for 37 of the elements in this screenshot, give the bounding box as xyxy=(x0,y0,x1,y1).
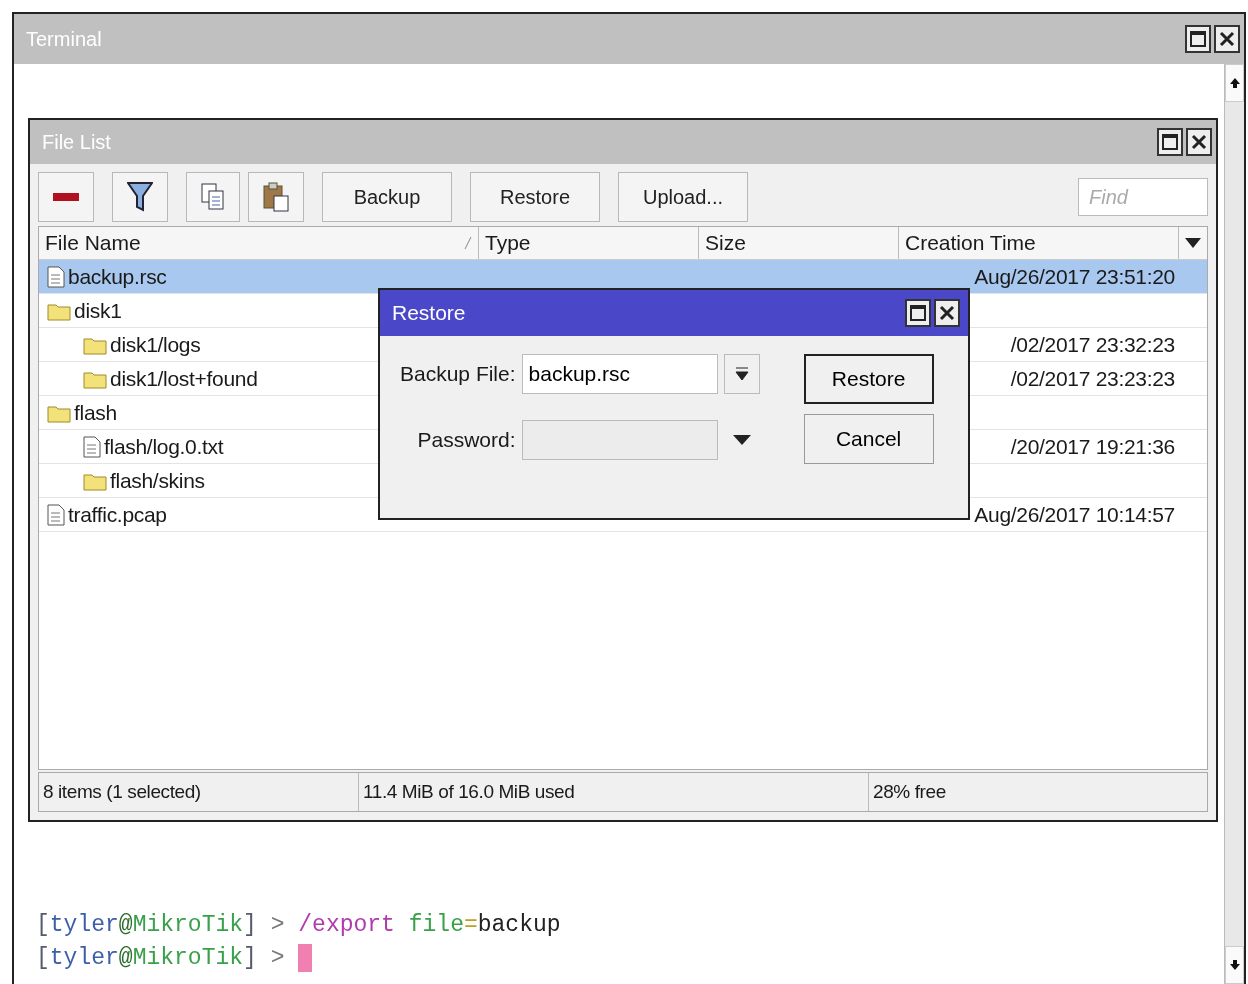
terminal-text: [ xyxy=(36,945,50,971)
file-name: disk1/logs xyxy=(110,332,201,357)
status-text: 11.4 MiB of 16.0 MiB used xyxy=(363,781,575,803)
terminal-text: ] xyxy=(243,912,257,938)
terminal-text: file xyxy=(407,912,464,938)
creation-time: Aug/26/2017 23:51:20 xyxy=(974,264,1175,289)
terminal-text: @ xyxy=(118,912,133,938)
creation-time: /02/2017 23:23:23 xyxy=(1010,366,1175,391)
file-name: traffic.pcap xyxy=(68,502,167,527)
terminal-text: ] xyxy=(243,945,257,971)
file-name: flash/skins xyxy=(110,468,205,493)
file-name: flash xyxy=(74,400,117,425)
file-name: disk1 xyxy=(74,298,122,323)
file-name: backup.rsc xyxy=(68,264,167,289)
creation-time: /20/2017 19:21:36 xyxy=(1010,434,1175,459)
terminal-text: > xyxy=(269,912,286,938)
terminal-text: MikroTik xyxy=(132,945,244,971)
terminal-text: @ xyxy=(118,945,133,971)
dialog-title: Restore xyxy=(392,301,466,325)
status-text: 28% free xyxy=(873,781,946,803)
terminal-text: tyler xyxy=(49,945,119,971)
terminal-text: /export xyxy=(298,912,395,938)
field-label: Backup File: xyxy=(400,362,516,386)
terminal-text: > xyxy=(269,945,286,971)
terminal-text: [ xyxy=(36,912,50,938)
window-title: File List xyxy=(42,130,111,154)
status-text: 8 items (1 selected) xyxy=(43,781,201,803)
terminal-text: = xyxy=(463,912,478,938)
terminal-text: MikroTik xyxy=(132,912,244,938)
creation-time: Aug/26/2017 10:14:57 xyxy=(974,502,1175,527)
creation-time: /02/2017 23:32:23 xyxy=(1010,332,1175,357)
field-label: Password: xyxy=(416,428,516,452)
window-title: Terminal xyxy=(26,27,102,51)
file-name: flash/log.0.txt xyxy=(104,434,224,459)
terminal-text: backup xyxy=(477,912,561,938)
file-name: disk1/lost+found xyxy=(110,366,258,391)
terminal-text: tyler xyxy=(49,912,119,938)
